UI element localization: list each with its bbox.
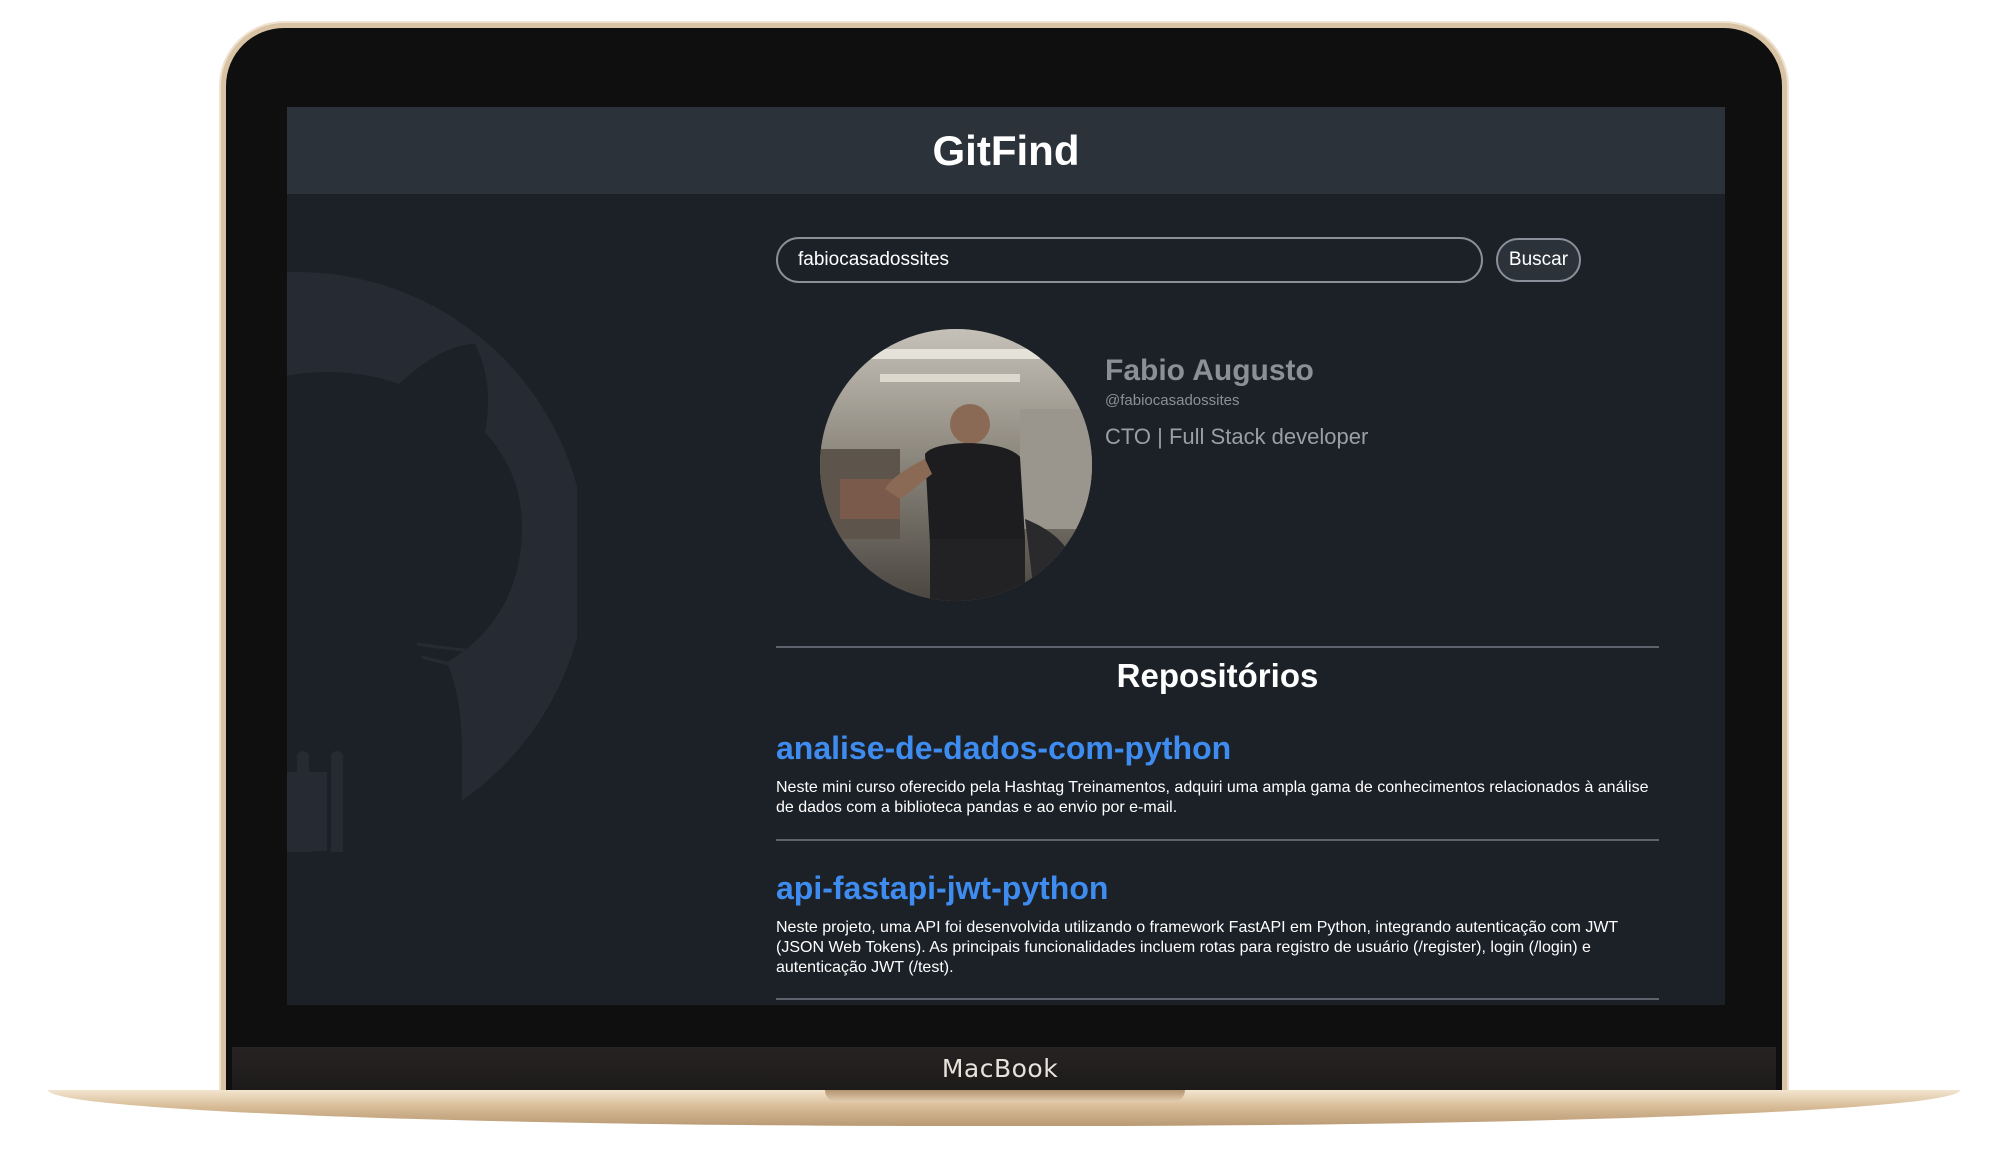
app-title: GitFind (932, 127, 1080, 174)
app-screen: GitFind Buscar (287, 107, 1725, 1005)
repos-title: Repositórios (1116, 657, 1319, 694)
search-button[interactable]: Buscar (1496, 238, 1581, 282)
device-label: MacBook (941, 1054, 1059, 1083)
avatar-photo (820, 329, 1092, 601)
laptop-mockup: MacBook GitFind Buscar (0, 0, 2000, 1167)
repo-link[interactable]: api-fastapi-jwt-python (776, 870, 1108, 907)
repo-divider (776, 998, 1659, 1000)
search-field[interactable] (776, 237, 1483, 283)
app-header: GitFind (287, 107, 1725, 194)
repo-link[interactable]: analise-de-dados-com-python (776, 730, 1231, 767)
laptop-notch (825, 1090, 1185, 1102)
avatar (820, 329, 1092, 601)
repo-description: Neste mini curso oferecido pela Hashtag … (776, 779, 1649, 816)
repo-divider (776, 839, 1659, 841)
github-octocat-icon (287, 272, 577, 852)
profile-login: @fabiocasadossites (1105, 392, 1240, 409)
profile-bio: CTO | Full Stack developer (1105, 424, 1369, 449)
repo-description: Neste projeto, uma API foi desenvolvida … (776, 919, 1618, 976)
profile-divider (776, 646, 1659, 648)
search-input[interactable] (778, 239, 1481, 281)
profile-name: Fabio Augusto (1105, 354, 1314, 387)
